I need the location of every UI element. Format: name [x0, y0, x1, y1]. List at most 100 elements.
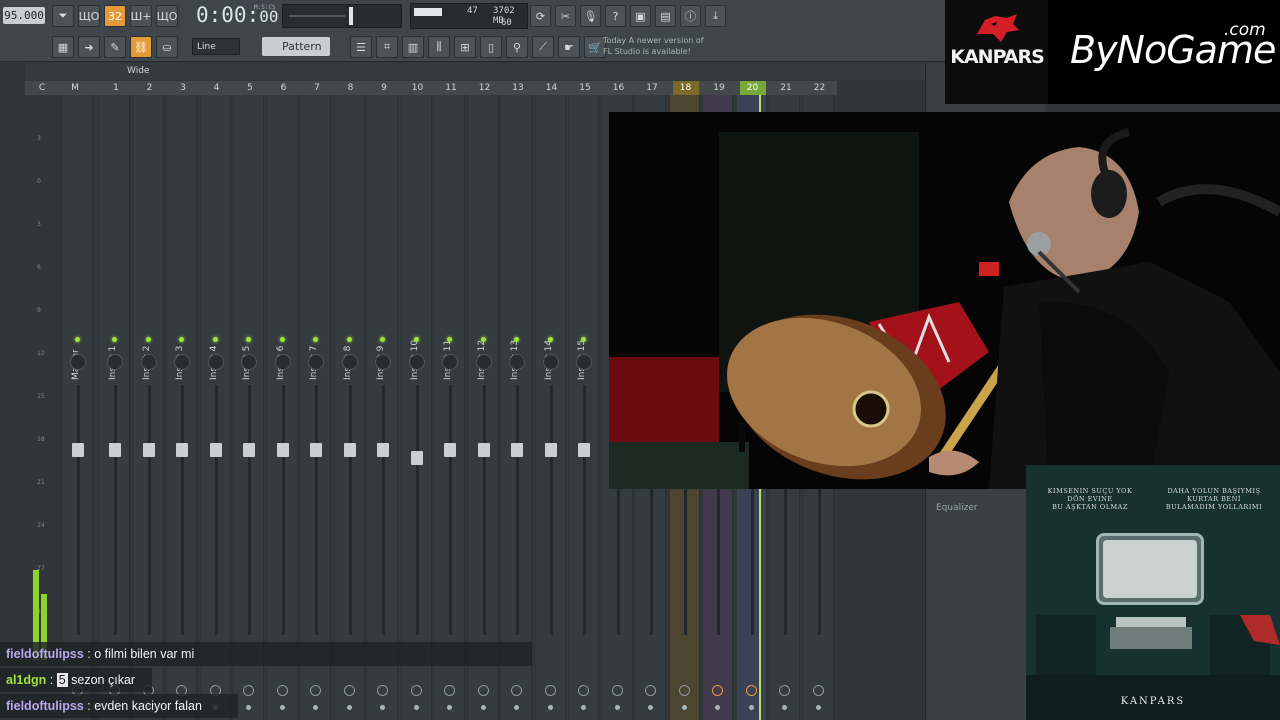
strip-active-led[interactable]: [413, 337, 419, 342]
hand-icon[interactable]: ☛: [558, 36, 580, 58]
volume-fader[interactable]: [444, 443, 456, 457]
pan-knob[interactable]: [308, 354, 324, 370]
channel-rack-icon[interactable]: ⊞: [454, 36, 476, 58]
chat-username[interactable]: fieldoftulipss: [6, 699, 84, 713]
pan-knob[interactable]: [341, 354, 358, 370]
pan-knob[interactable]: [207, 354, 224, 370]
mixer-track-number[interactable]: 6: [271, 81, 297, 95]
volume-fader[interactable]: [578, 443, 590, 457]
volume-fader[interactable]: [209, 443, 222, 457]
metronome-icon[interactable]: ⏷: [52, 5, 74, 27]
volume-fader[interactable]: [243, 443, 255, 457]
pan-knob[interactable]: [70, 354, 86, 370]
strip-active-led[interactable]: [246, 337, 251, 342]
piano-roll-icon[interactable]: ▥: [402, 36, 424, 58]
send-knob[interactable]: [779, 685, 790, 696]
volume-fader[interactable]: [410, 451, 423, 465]
strip-active-led[interactable]: [346, 337, 352, 342]
mixer-track-number[interactable]: 17: [639, 81, 665, 95]
mixer-track-number[interactable]: 22: [807, 81, 833, 95]
playlist-icon[interactable]: ☰: [350, 36, 372, 58]
insert-strip[interactable]: Insert 2: [133, 95, 164, 720]
volume-fader[interactable]: [276, 443, 289, 457]
strip-active-led[interactable]: [380, 337, 385, 342]
refresh-icon[interactable]: ⟳: [530, 5, 551, 27]
insert-strip[interactable]: Insert 9: [368, 95, 398, 720]
news-panel[interactable]: Today A newer version of FL Studio is av…: [603, 35, 711, 59]
master-strip[interactable]: Master: [63, 95, 93, 720]
mixer-track-number[interactable]: 9: [371, 81, 397, 95]
pan-knob[interactable]: [576, 354, 592, 370]
volume-fader[interactable]: [176, 443, 188, 457]
strip-active-led[interactable]: [313, 337, 318, 342]
pan-knob[interactable]: [375, 354, 391, 370]
mixer-track-number[interactable]: 1: [103, 81, 129, 95]
route-dot[interactable]: [614, 705, 620, 710]
mixer-track-number[interactable]: 10: [405, 81, 431, 95]
insert-strip[interactable]: Insert 15: [569, 95, 599, 720]
arrow-icon[interactable]: ➜: [78, 36, 100, 58]
pan-knob[interactable]: [140, 354, 157, 370]
mixer-track-number[interactable]: 20: [739, 81, 766, 95]
pan-knob[interactable]: [241, 354, 257, 370]
browser-icon[interactable]: ▯: [480, 36, 502, 58]
strip-active-led[interactable]: [112, 337, 117, 342]
send-knob[interactable]: [578, 685, 589, 696]
insert-strip[interactable]: Insert 12: [468, 95, 499, 720]
info-icon[interactable]: ⓘ: [680, 5, 701, 27]
volume-fader[interactable]: [109, 443, 121, 457]
insert-strip[interactable]: Insert 1: [100, 95, 130, 720]
mixer-track-number[interactable]: 15: [572, 81, 598, 95]
chart-icon[interactable]: ▤: [655, 5, 676, 27]
mixer-track-number[interactable]: 19: [706, 81, 732, 95]
mixer-track-number[interactable]: 12: [472, 81, 498, 95]
volume-fader[interactable]: [343, 443, 356, 457]
volume-fader[interactable]: [310, 443, 322, 457]
strip-active-led[interactable]: [547, 337, 553, 342]
mixer-track-number[interactable]: 14: [539, 81, 565, 95]
pan-knob[interactable]: [542, 354, 559, 370]
chat-username[interactable]: fieldoftulipss: [6, 647, 84, 661]
mixer-track-number[interactable]: 16: [606, 81, 632, 95]
insert-strip[interactable]: Insert 3: [167, 95, 197, 720]
mixer-track-number[interactable]: 3: [170, 81, 196, 95]
send-knob[interactable]: [544, 685, 556, 696]
volume-fader[interactable]: [142, 443, 155, 457]
route-dot[interactable]: [547, 705, 553, 710]
route-dot[interactable]: [748, 705, 754, 710]
insert-strip[interactable]: Insert 7: [301, 95, 331, 720]
strip-active-led[interactable]: [447, 337, 452, 342]
strip-active-led[interactable]: [75, 337, 80, 342]
send-knob[interactable]: [712, 685, 723, 696]
pattern-select[interactable]: Pattern 1: [262, 37, 330, 72]
brush-icon[interactable]: ✎: [104, 36, 126, 58]
insert-strip[interactable]: Insert 6: [267, 95, 298, 720]
mixer-track-number[interactable]: 21: [773, 81, 799, 95]
cut-icon[interactable]: ✂: [555, 5, 576, 27]
mixer-track-number[interactable]: 7: [304, 81, 330, 95]
mixer-track-number[interactable]: 5: [237, 81, 263, 95]
volume-fader[interactable]: [72, 443, 84, 457]
volume-fader[interactable]: [377, 443, 389, 457]
loop-record-icon[interactable]: ЩO: [156, 5, 178, 27]
strip-active-led[interactable]: [514, 337, 519, 342]
insert-strip[interactable]: Insert 13: [502, 95, 532, 720]
save-icon[interactable]: ▣: [630, 5, 651, 27]
mixer-track-number[interactable]: 13: [505, 81, 531, 95]
mixer-track-number[interactable]: 11: [438, 81, 464, 95]
pan-knob[interactable]: [475, 354, 492, 370]
route-dot[interactable]: [715, 705, 720, 710]
route-dot[interactable]: [815, 705, 821, 710]
insert-strip[interactable]: Insert 11: [435, 95, 465, 720]
stamp-icon[interactable]: ⛀: [156, 36, 178, 58]
strip-active-led[interactable]: [212, 337, 218, 342]
send-knob[interactable]: [745, 685, 757, 696]
wait-record-icon[interactable]: ЩO: [78, 5, 100, 27]
send-knob[interactable]: [678, 685, 690, 696]
tempo-icon[interactable]: ⟋: [532, 36, 554, 58]
pan-knob[interactable]: [442, 354, 458, 370]
strip-active-led[interactable]: [279, 337, 285, 342]
volume-fader[interactable]: [511, 443, 523, 457]
route-dot[interactable]: [581, 705, 586, 710]
route-dot[interactable]: [648, 705, 653, 710]
